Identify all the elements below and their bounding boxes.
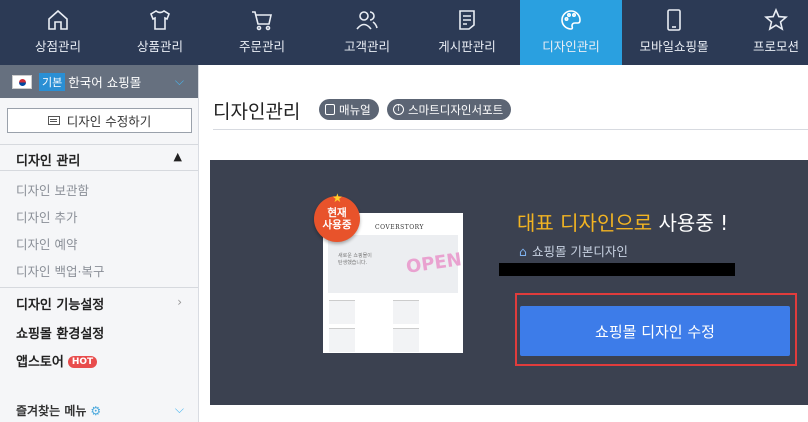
palette-icon [561,10,581,30]
thumbnail-product [329,300,355,324]
hot-badge: HOT [67,356,98,368]
support-label: 스마트디자인서포트 [408,102,504,117]
nav-product-admin[interactable]: 상품관리 [116,0,204,65]
nav-label: 프로모션 [752,39,799,54]
badge-line-2: 사용중 [322,219,352,231]
design-management-section[interactable]: 디자인 관리 ▲ [0,144,198,171]
top-navigation: 상점관리 상품관리 주문관리 고객관리 게시판관리 디자인관리 모바일쇼핑몰 프… [0,0,808,65]
chevron-down-icon[interactable]: ⌵ [175,402,184,417]
sidebar-item-design-schedule[interactable]: 디자인 예약 [16,234,77,253]
headline-rest: 사용중 ! [652,211,729,235]
basic-badge: 기본 [39,72,66,91]
nav-store-admin[interactable]: 상점관리 [0,0,116,65]
nav-label: 상점관리 [34,39,81,54]
nav-label: 고객관리 [343,39,390,54]
thumbnail-product [329,328,355,352]
home-icon [48,9,68,30]
thumbnail-hero-text: 새로운 쇼핑몰이 탄생했습니다. [338,253,372,267]
design-name-label: 쇼핑몰 기본디자인 [531,244,628,259]
edit-design-label: 디자인 수정하기 [66,114,152,129]
nav-design-admin[interactable]: 디자인관리 [520,0,622,65]
badge-line-1: 현재 [327,207,347,219]
book-icon [325,104,335,115]
star-icon: ★ [332,191,343,205]
headline: 대표 디자인으로 사용중 ! [517,207,728,236]
gear-icon[interactable]: ⚙ [90,404,101,418]
sidebar-item-design-features[interactable]: 디자인 기능설정 [16,294,104,313]
thumbnail-product [393,300,419,324]
nav-order-admin[interactable]: 주문관리 [204,0,320,65]
nav-customer-admin[interactable]: 고객관리 [320,0,414,65]
chevron-down-icon: ⌵ [174,74,184,88]
info-icon: i [393,104,404,115]
title-divider [213,129,808,130]
nav-label: 주문관리 [238,39,285,54]
keyboard-icon [47,116,60,125]
current-design-panel [210,160,808,405]
favorites-label: 즐겨찾는 메뉴 [16,404,87,418]
mobile-icon [667,9,681,31]
sidebar-item-shop-settings[interactable]: 쇼핑몰 환경설정 [16,323,104,342]
section-title: 디자인 관리 [16,154,81,169]
redacted-text [499,263,735,276]
open-balloons-art: OPEN [404,249,464,278]
hero-line-2: 탄생했습니다. [338,260,368,266]
design-support-button[interactable]: i 스마트디자인서포트 [387,99,512,120]
thumbnail-brand: COVERSTORY [375,224,424,231]
shop-selector[interactable]: 기본 한국어 쇼핑몰 ⌵ [0,65,198,98]
divider [0,287,198,288]
edit-shop-design-button[interactable]: 쇼핑몰 디자인 수정 [520,306,790,356]
hero-line-1: 새로운 쇼핑몰이 [338,253,372,259]
nav-promotion[interactable]: 프로모션 [726,0,808,65]
shop-name: 한국어 쇼핑몰 [68,75,142,90]
sidebar-item-design-backup[interactable]: 디자인 백업·복구 [16,261,104,280]
favorites-menu[interactable]: 즐겨찾는 메뉴 ⚙ [16,402,101,419]
page-title: 디자인관리 [213,101,301,123]
headline-accent: 대표 디자인으로 [517,211,653,235]
appstore-label: 앱스토어 [16,355,64,370]
nav-label: 상품관리 [136,39,183,54]
manual-label: 매뉴얼 [339,102,371,117]
nav-mobile-shop[interactable]: 모바일쇼핑몰 [622,0,726,65]
nav-label: 게시판관리 [438,39,496,54]
current-in-use-badge: ★ 현재 사용중 [314,192,360,242]
nav-board-admin[interactable]: 게시판관리 [414,0,520,65]
thumbnail-hero: 새로운 쇼핑몰이 탄생했습니다. OPEN [328,235,463,293]
sidebar: 기본 한국어 쇼핑몰 ⌵ 디자인 수정하기 디자인 관리 ▲ 디자인 보관함 디… [0,65,199,422]
edit-design-button[interactable]: 디자인 수정하기 [7,108,192,133]
design-name: ⌂ 쇼핑몰 기본디자인 [519,241,628,260]
sidebar-item-design-storage[interactable]: 디자인 보관함 [16,180,89,199]
cart-icon [252,11,272,31]
nav-label: 모바일쇼핑몰 [639,39,709,54]
document-icon [459,10,475,30]
shirt-icon [150,10,170,30]
thumbnail-product [393,328,419,352]
star-icon [764,8,788,31]
sidebar-item-appstore[interactable]: 앱스토어 HOT [16,351,98,370]
nav-label: 디자인관리 [542,39,600,54]
chevron-up-icon: ▲ [173,150,182,163]
chevron-right-icon: › [177,295,182,309]
sidebar-item-add-design[interactable]: 디자인 추가 [16,207,77,226]
korea-flag-icon [12,74,32,89]
users-icon [356,11,378,30]
home-icon: ⌂ [519,244,527,259]
manual-button[interactable]: 매뉴얼 [319,99,379,120]
